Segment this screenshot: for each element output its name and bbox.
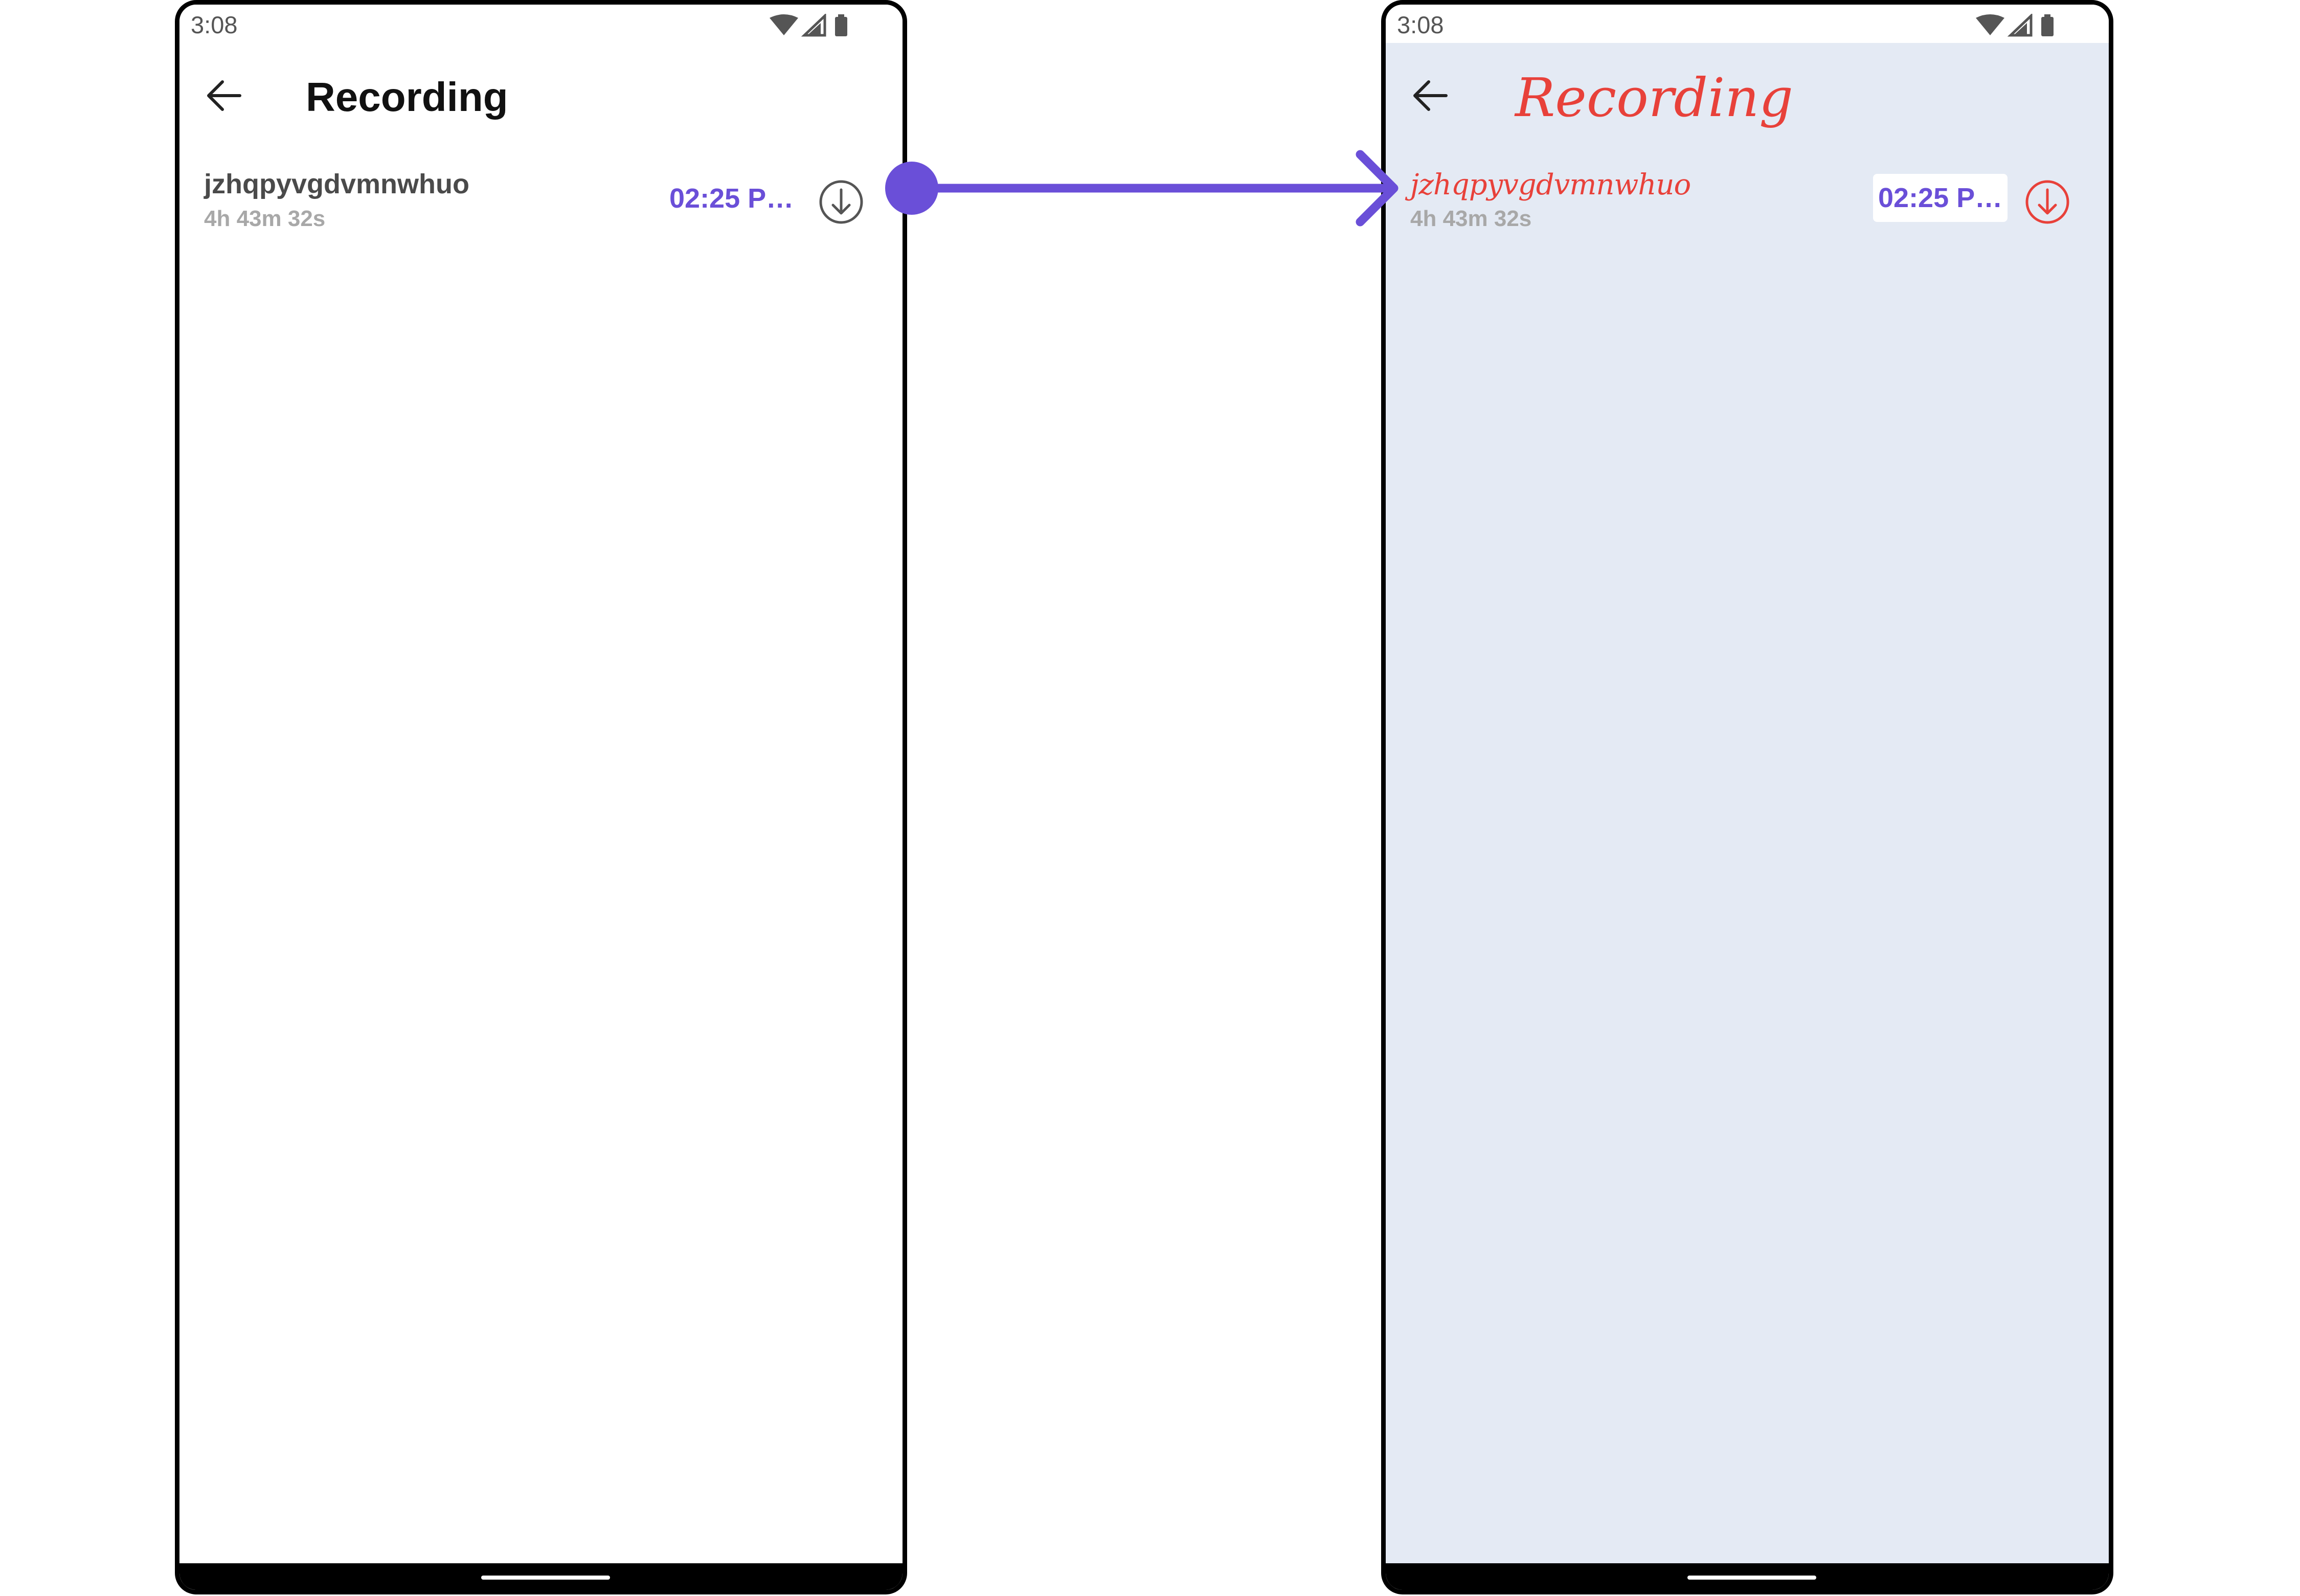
comparison-arrow	[885, 150, 1399, 227]
